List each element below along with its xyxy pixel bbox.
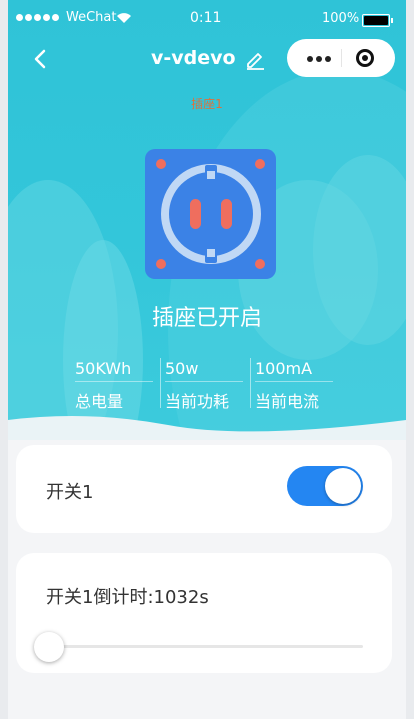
switch-label: 开关1 — [46, 482, 94, 503]
device-subtitle: 插座1 — [191, 97, 223, 111]
wifi-icon — [117, 13, 131, 23]
clock: 0:11 — [190, 10, 222, 26]
timer-label: 开关1倒计时:1032s — [46, 587, 209, 608]
stat-label: 当前电流 — [255, 392, 320, 411]
mini-program-capsule — [287, 39, 395, 77]
app-screen: WeChat 0:11 100% v-vdevo 插座1 插座已开启 50KWh… — [8, 0, 406, 719]
battery-icon — [362, 14, 393, 27]
toggle-knob — [325, 468, 361, 504]
stat-label: 总电量 — [75, 392, 124, 411]
stat-value: 50w — [165, 359, 243, 382]
stat-divider — [250, 358, 251, 408]
stat-current: 100mA 当前电流 — [255, 359, 333, 412]
socket-icon[interactable] — [145, 149, 276, 279]
switch-toggle[interactable] — [287, 466, 363, 506]
status-bar: WeChat 0:11 100% — [8, 10, 406, 30]
nav-bar: v-vdevo — [8, 36, 406, 82]
stat-total-energy: 50KWh 总电量 — [75, 359, 153, 412]
stat-value: 100mA — [255, 359, 333, 382]
carrier-name: WeChat — [66, 10, 117, 25]
signal-dots-icon — [16, 14, 59, 21]
socket-status: 插座已开启 — [151, 306, 262, 331]
capsule-divider — [341, 49, 342, 67]
timer-card: 开关1倒计时:1032s — [16, 553, 392, 673]
switch-card: 开关1 — [16, 445, 392, 533]
stat-power: 50w 当前功耗 — [165, 359, 243, 412]
stat-label: 当前功耗 — [165, 392, 230, 411]
back-arrow-icon[interactable] — [30, 48, 52, 70]
timer-slider-thumb[interactable] — [34, 632, 64, 662]
pencil-icon[interactable] — [244, 48, 266, 70]
timer-slider-track[interactable] — [50, 645, 363, 648]
target-icon[interactable] — [356, 49, 374, 67]
more-dots-icon[interactable] — [307, 56, 331, 62]
stat-value: 50KWh — [75, 359, 153, 382]
battery-percent: 100% — [322, 11, 360, 26]
stat-divider — [160, 358, 161, 408]
page-title: v-vdevo — [151, 47, 236, 69]
hero-panel: WeChat 0:11 100% v-vdevo 插座1 插座已开启 50KWh… — [8, 0, 406, 440]
